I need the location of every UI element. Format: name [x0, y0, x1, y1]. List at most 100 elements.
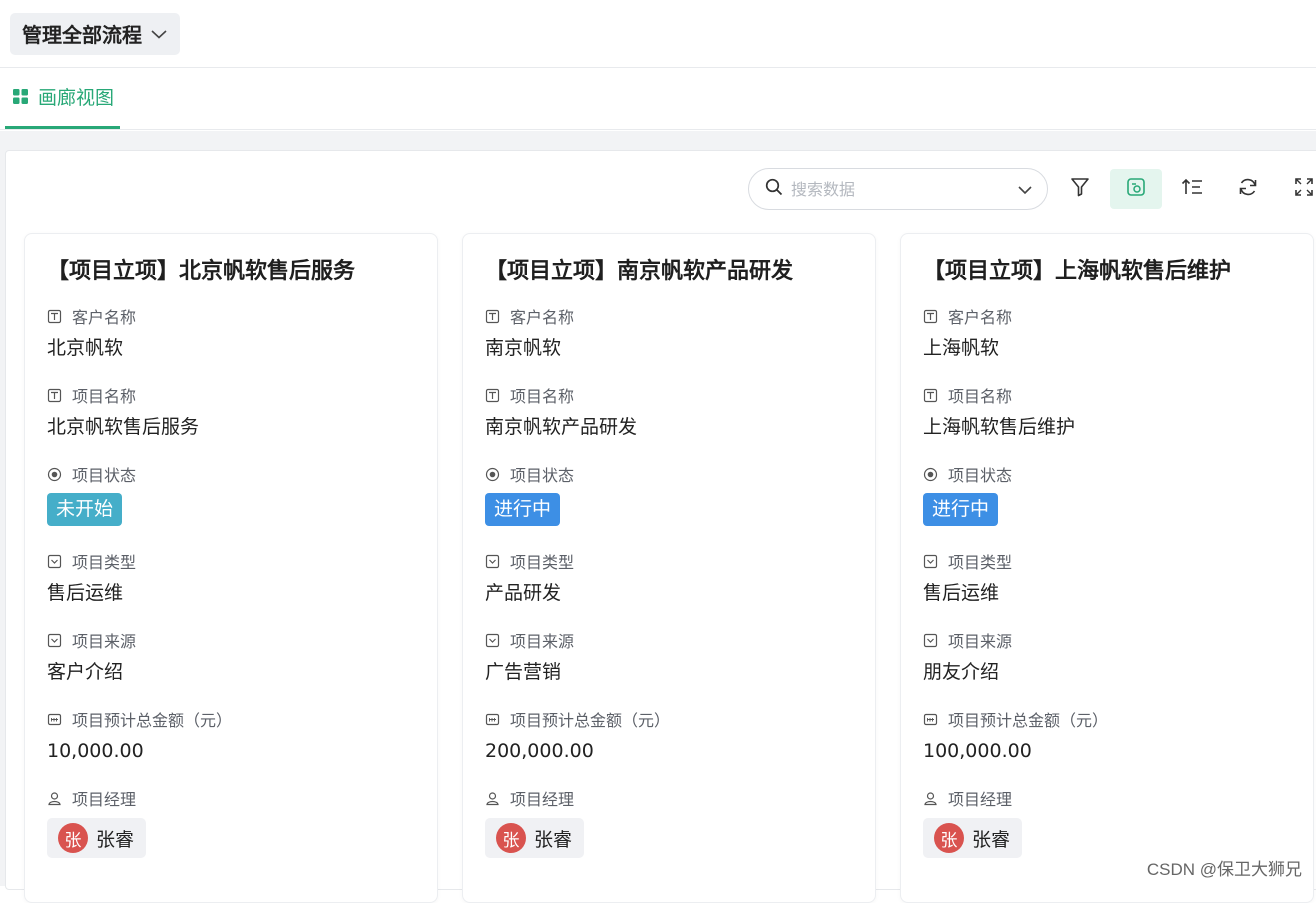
- customer-field-label: 客户名称: [47, 304, 437, 328]
- source-value: 客户介绍: [47, 656, 437, 688]
- amount-value: 100,000.00: [923, 735, 1313, 767]
- select-field-icon: [923, 632, 939, 648]
- amount-value: 200,000.00: [485, 735, 875, 767]
- manager-name: 张睿: [534, 825, 572, 852]
- sort-icon: [1180, 176, 1204, 202]
- status-badge: 未开始: [47, 493, 122, 526]
- search-icon: [765, 178, 783, 200]
- top-bar: 管理全部流程: [0, 0, 1316, 68]
- manager-field-label: 项目经理: [47, 786, 437, 810]
- customer-field-label: 客户名称: [485, 304, 875, 328]
- radio-icon: [485, 466, 501, 482]
- grid-icon: [12, 88, 29, 105]
- text-field-icon: [923, 387, 939, 403]
- manager-chip[interactable]: 张 张睿: [47, 818, 146, 858]
- project-card[interactable]: 【项目立项】北京帆软售后服务 客户名称 北京帆软 项目名称 北京帆软售后服务 项…: [24, 233, 438, 903]
- text-field-icon: [47, 387, 63, 403]
- sort-button[interactable]: [1166, 169, 1218, 209]
- number-field-icon: [485, 711, 501, 727]
- avatar: 张: [934, 823, 964, 853]
- project-field-label: 项目名称: [923, 383, 1313, 407]
- project-card[interactable]: 【项目立项】南京帆软产品研发 客户名称 南京帆软 项目名称 南京帆软产品研发 项…: [462, 233, 876, 903]
- status-field-label: 项目状态: [923, 462, 1313, 486]
- tab-gallery-view[interactable]: 画廊视图: [5, 67, 120, 129]
- project-card[interactable]: 【项目立项】上海帆软售后维护 客户名称 上海帆软 项目名称 上海帆软售后维护 项…: [900, 233, 1314, 903]
- card-gallery: 【项目立项】北京帆软售后服务 客户名称 北京帆软 项目名称 北京帆软售后服务 项…: [24, 233, 1314, 903]
- project-field-label: 项目名称: [485, 383, 875, 407]
- avatar: 张: [496, 823, 526, 853]
- card-title[interactable]: 【项目立项】北京帆软售后服务: [47, 256, 437, 288]
- select-field-icon: [47, 553, 63, 569]
- workspace: 【项目立项】北京帆软售后服务 客户名称 北京帆软 项目名称 北京帆软售后服务 项…: [0, 131, 1316, 886]
- status-badge: 进行中: [923, 493, 998, 526]
- source-field-label: 项目来源: [923, 628, 1313, 652]
- status-field-label: 项目状态: [485, 462, 875, 486]
- radio-icon: [47, 466, 63, 482]
- select-field-icon: [923, 553, 939, 569]
- amount-field-label: 项目预计总金额（元）: [923, 707, 1313, 731]
- project-value: 北京帆软售后服务: [47, 411, 437, 443]
- customer-value: 南京帆软: [485, 332, 875, 364]
- search-input[interactable]: [791, 180, 1017, 199]
- text-field-icon: [485, 308, 501, 324]
- select-field-icon: [485, 632, 501, 648]
- project-field-label: 项目名称: [47, 383, 437, 407]
- card-title[interactable]: 【项目立项】南京帆软产品研发: [485, 256, 875, 288]
- source-field-label: 项目来源: [47, 628, 437, 652]
- refresh-button[interactable]: [1222, 169, 1274, 209]
- card-title[interactable]: 【项目立项】上海帆软售后维护: [923, 256, 1313, 288]
- manager-chip[interactable]: 张 张睿: [923, 818, 1022, 858]
- card-style-button[interactable]: [1110, 169, 1162, 209]
- number-field-icon: [47, 711, 63, 727]
- process-selector[interactable]: 管理全部流程: [10, 13, 180, 55]
- type-value: 产品研发: [485, 577, 875, 609]
- source-field-label: 项目来源: [485, 628, 875, 652]
- process-selector-label: 管理全部流程: [22, 19, 142, 48]
- customer-field-label: 客户名称: [923, 304, 1313, 328]
- source-value: 广告营销: [485, 656, 875, 688]
- type-field-label: 项目类型: [923, 549, 1313, 573]
- search-box[interactable]: [748, 168, 1048, 210]
- project-value: 上海帆软售后维护: [923, 411, 1313, 443]
- status-field-label: 项目状态: [47, 462, 437, 486]
- user-icon: [923, 790, 939, 806]
- filter-icon: [1069, 176, 1091, 202]
- gallery-panel: 【项目立项】北京帆软售后服务 客户名称 北京帆软 项目名称 北京帆软售后服务 项…: [5, 150, 1316, 890]
- type-field-label: 项目类型: [485, 549, 875, 573]
- manager-name: 张睿: [96, 825, 134, 852]
- watermark: CSDN @保卫大狮兄: [1147, 855, 1302, 880]
- select-field-icon: [47, 632, 63, 648]
- avatar: 张: [58, 823, 88, 853]
- status-badge: 进行中: [485, 493, 560, 526]
- chevron-down-icon: [150, 28, 168, 40]
- select-field-icon: [485, 553, 501, 569]
- user-icon: [47, 790, 63, 806]
- text-field-icon: [485, 387, 501, 403]
- manager-chip[interactable]: 张 张睿: [485, 818, 584, 858]
- manager-field-label: 项目经理: [485, 786, 875, 810]
- filter-button[interactable]: [1054, 169, 1106, 209]
- number-field-icon: [923, 711, 939, 727]
- project-value: 南京帆软产品研发: [485, 411, 875, 443]
- text-field-icon: [47, 308, 63, 324]
- amount-field-label: 项目预计总金额（元）: [47, 707, 437, 731]
- refresh-icon: [1237, 176, 1259, 202]
- amount-field-label: 项目预计总金额（元）: [485, 707, 875, 731]
- type-value: 售后运维: [47, 577, 437, 609]
- text-field-icon: [923, 308, 939, 324]
- type-value: 售后运维: [923, 577, 1313, 609]
- view-tab-bar: 画廊视图: [0, 68, 1316, 130]
- chevron-down-icon[interactable]: [1017, 180, 1033, 199]
- amount-value: 10,000.00: [47, 735, 437, 767]
- manager-name: 张睿: [972, 825, 1010, 852]
- customer-value: 上海帆软: [923, 332, 1313, 364]
- fullscreen-button[interactable]: [1278, 169, 1316, 209]
- toolbar: [748, 168, 1316, 210]
- customer-value: 北京帆软: [47, 332, 437, 364]
- source-value: 朋友介绍: [923, 656, 1313, 688]
- user-icon: [485, 790, 501, 806]
- tab-label: 画廊视图: [38, 83, 114, 110]
- radio-icon: [923, 466, 939, 482]
- fullscreen-icon: [1293, 176, 1315, 202]
- type-field-label: 项目类型: [47, 549, 437, 573]
